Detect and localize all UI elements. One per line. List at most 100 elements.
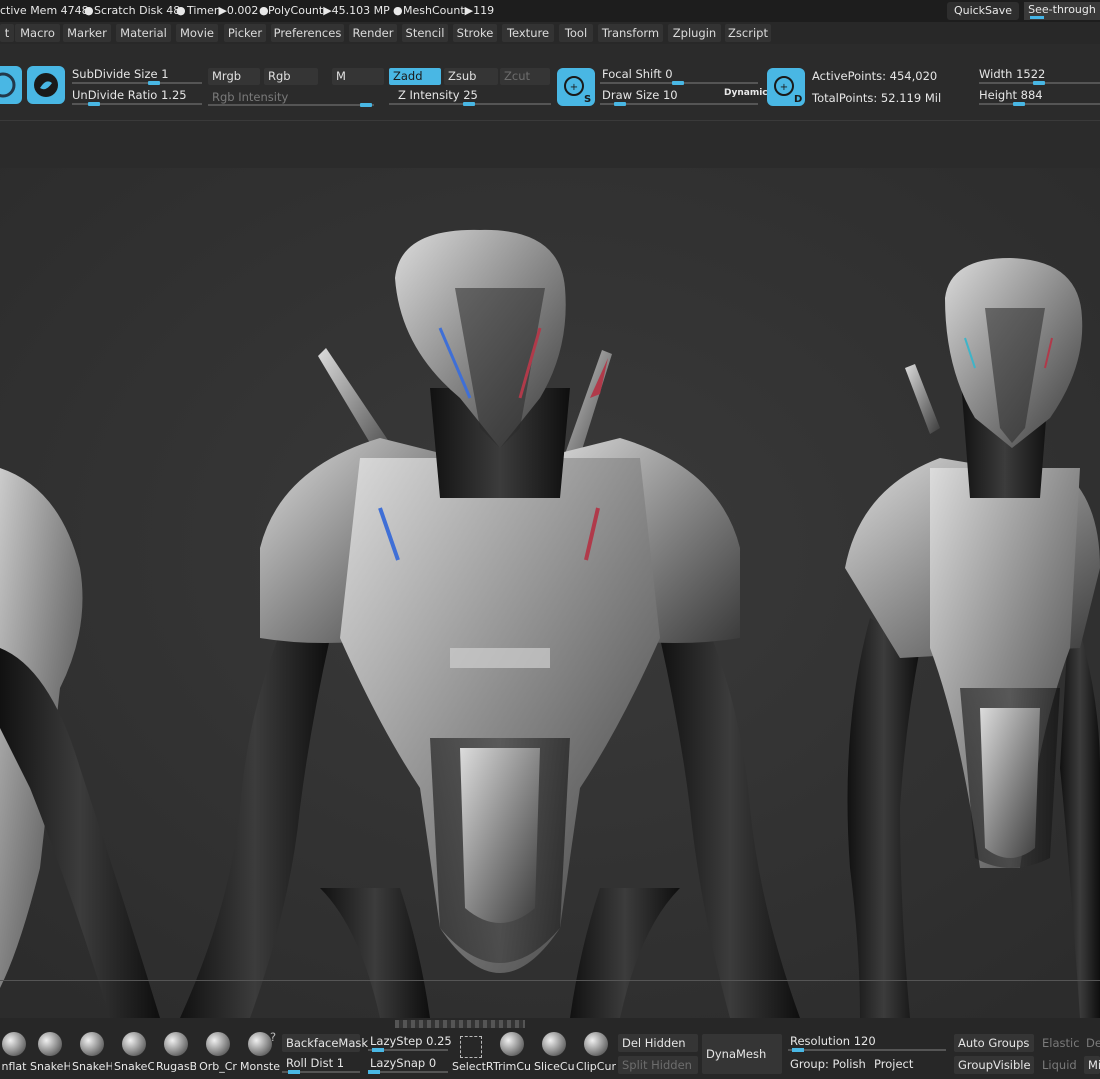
clip-curve-icon [584, 1032, 608, 1056]
focal-shift-slider[interactable] [600, 81, 758, 85]
floor-line [0, 980, 1100, 981]
menu-tool[interactable]: Tool [559, 24, 593, 42]
mi-button[interactable]: Mi [1084, 1056, 1100, 1074]
menu-macro[interactable]: Macro [15, 24, 60, 42]
top-shelf: SubDivide Size 1 UnDivide Ratio 1.25 Mrg… [0, 44, 1100, 120]
rgb-button[interactable]: Rgb [264, 68, 318, 85]
select-rect-icon[interactable] [460, 1036, 482, 1058]
roll-dist-label: Roll Dist 1 [286, 1056, 345, 1070]
see-through-knob[interactable] [1030, 16, 1044, 19]
status-bullet: ● [393, 4, 403, 17]
brush-snakehook[interactable]: SnakeH [30, 1032, 70, 1078]
mrgb-button[interactable]: Mrgb [208, 68, 260, 85]
backface-mask-button[interactable]: BackfaceMask [282, 1034, 368, 1052]
brush-clip-curve[interactable]: ClipCur [576, 1032, 616, 1078]
height-label: Height 884 [979, 88, 1043, 102]
brush-snakecurve[interactable]: SnakeC [114, 1032, 154, 1078]
menu-zscript[interactable]: Zscript [725, 24, 771, 42]
sculptris-icon[interactable]: + S [557, 68, 595, 106]
inflat-brush-icon [2, 1032, 26, 1056]
menu-movie[interactable]: Movie [176, 24, 218, 42]
trim-curve-icon [500, 1032, 524, 1056]
zadd-button[interactable]: Zadd [389, 68, 441, 85]
timer-readout: Timer▶0.002 [187, 4, 259, 17]
dynamesh-button[interactable]: DynaMesh [702, 1034, 782, 1074]
status-bar: ctive Mem 4748 ● Scratch Disk 48 ● Timer… [0, 0, 1100, 22]
help-question-icon[interactable]: ? [270, 1030, 276, 1044]
z-intensity-slider[interactable] [389, 102, 551, 106]
group-visible-button[interactable]: GroupVisible [954, 1056, 1034, 1074]
draw-size-label: Draw Size 10 [602, 88, 678, 102]
brush-snakehook-2[interactable]: SnakeH [72, 1032, 112, 1078]
menu-material[interactable]: Material [116, 24, 171, 42]
menu-texture[interactable]: Texture [502, 24, 554, 42]
svg-text:+: + [570, 82, 578, 93]
shelf-divider-handle[interactable] [395, 1020, 525, 1028]
rgb-intensity-slider[interactable] [208, 103, 374, 107]
menu-alpha[interactable]: t [0, 24, 14, 42]
brush-slice-curve[interactable]: SliceCu [534, 1032, 574, 1078]
de-toggle[interactable]: De [1086, 1036, 1100, 1050]
canvas-viewport[interactable] [0, 168, 1100, 1018]
menu-zplugin[interactable]: Zplugin [668, 24, 721, 42]
dynamic-letter: D [794, 94, 802, 105]
menu-render[interactable]: Render [349, 24, 397, 42]
lazy-snap-slider[interactable] [368, 1070, 448, 1074]
brush-trim-curve[interactable]: TrimCu [492, 1032, 532, 1078]
quicksave-button[interactable]: QuickSave [947, 2, 1019, 20]
menu-preferences[interactable]: Preferences [271, 24, 344, 42]
bottom-shelf: nflat SnakeH SnakeH SnakeC RugasB Orb_Cr… [0, 1018, 1100, 1079]
zcut-button[interactable]: Zcut [500, 68, 550, 85]
active-points-readout: ActivePoints: 454,020 [812, 69, 938, 83]
tool-strip [0, 120, 1100, 169]
roll-dist-slider[interactable] [282, 1070, 360, 1074]
dynamic-points-icon[interactable]: + D [767, 68, 805, 106]
subdivide-size-label: SubDivide Size 1 [72, 67, 169, 81]
svg-text:+: + [780, 82, 788, 93]
snakecurve-brush-icon [122, 1032, 146, 1056]
menu-picker[interactable]: Picker [224, 24, 266, 42]
lazy-step-label: LazyStep 0.25 [370, 1034, 452, 1048]
lazy-step-slider[interactable] [368, 1048, 448, 1052]
main-menu: t Macro Marker Material Movie Picker Pre… [0, 22, 1100, 44]
zsub-button[interactable]: Zsub [444, 68, 498, 85]
meshcount-readout: MeshCount▶119 [403, 4, 495, 17]
auto-groups-button[interactable]: Auto Groups [954, 1034, 1034, 1052]
see-through-slider[interactable]: See-through [1024, 2, 1100, 20]
z-intensity-label: Z Intensity 25 [398, 88, 478, 102]
edit-mode-icon[interactable] [0, 66, 22, 104]
status-bullet: ● [176, 4, 186, 17]
menu-stroke[interactable]: Stroke [453, 24, 497, 42]
elastic-toggle[interactable]: Elastic [1042, 1036, 1080, 1050]
slice-curve-icon [542, 1032, 566, 1056]
select-rect-label: SelectR [452, 1060, 494, 1073]
m-button[interactable]: M [332, 68, 384, 85]
sculpt-render [0, 168, 1100, 1018]
draw-size-slider[interactable] [600, 102, 758, 106]
menu-marker[interactable]: Marker [63, 24, 111, 42]
brush-rugas[interactable]: RugasB [156, 1032, 196, 1078]
resolution-label: Resolution 120 [790, 1034, 876, 1048]
undivide-ratio-slider[interactable] [72, 102, 202, 106]
split-hidden-button[interactable]: Split Hidden [618, 1056, 698, 1074]
resolution-slider[interactable] [788, 1048, 946, 1052]
focal-shift-label: Focal Shift 0 [602, 67, 673, 81]
project-toggle[interactable]: Project [874, 1057, 913, 1071]
see-through-label: See-through [1028, 3, 1096, 16]
height-slider[interactable] [979, 102, 1100, 106]
width-slider[interactable] [979, 81, 1100, 85]
active-mem-readout: ctive Mem 4748 [0, 4, 89, 17]
brush-inflat[interactable]: nflat [0, 1032, 34, 1078]
menu-stencil[interactable]: Stencil [402, 24, 448, 42]
material-sphere-icon[interactable] [27, 66, 65, 104]
snakehook-2-brush-icon [80, 1032, 104, 1056]
liquid-toggle[interactable]: Liquid [1042, 1058, 1077, 1072]
dynamic-toggle[interactable]: Dynamic [724, 88, 768, 98]
menu-transform[interactable]: Transform [598, 24, 663, 42]
brush-orb-cracks[interactable]: Orb_Cr [198, 1032, 238, 1078]
undivide-ratio-label: UnDivide Ratio 1.25 [72, 88, 187, 102]
polycount-readout: PolyCount▶45.103 MP [268, 4, 390, 17]
subdivide-size-slider[interactable] [72, 81, 202, 85]
del-hidden-button[interactable]: Del Hidden [618, 1034, 698, 1052]
group-polish-label[interactable]: Group: Polish [790, 1057, 866, 1071]
